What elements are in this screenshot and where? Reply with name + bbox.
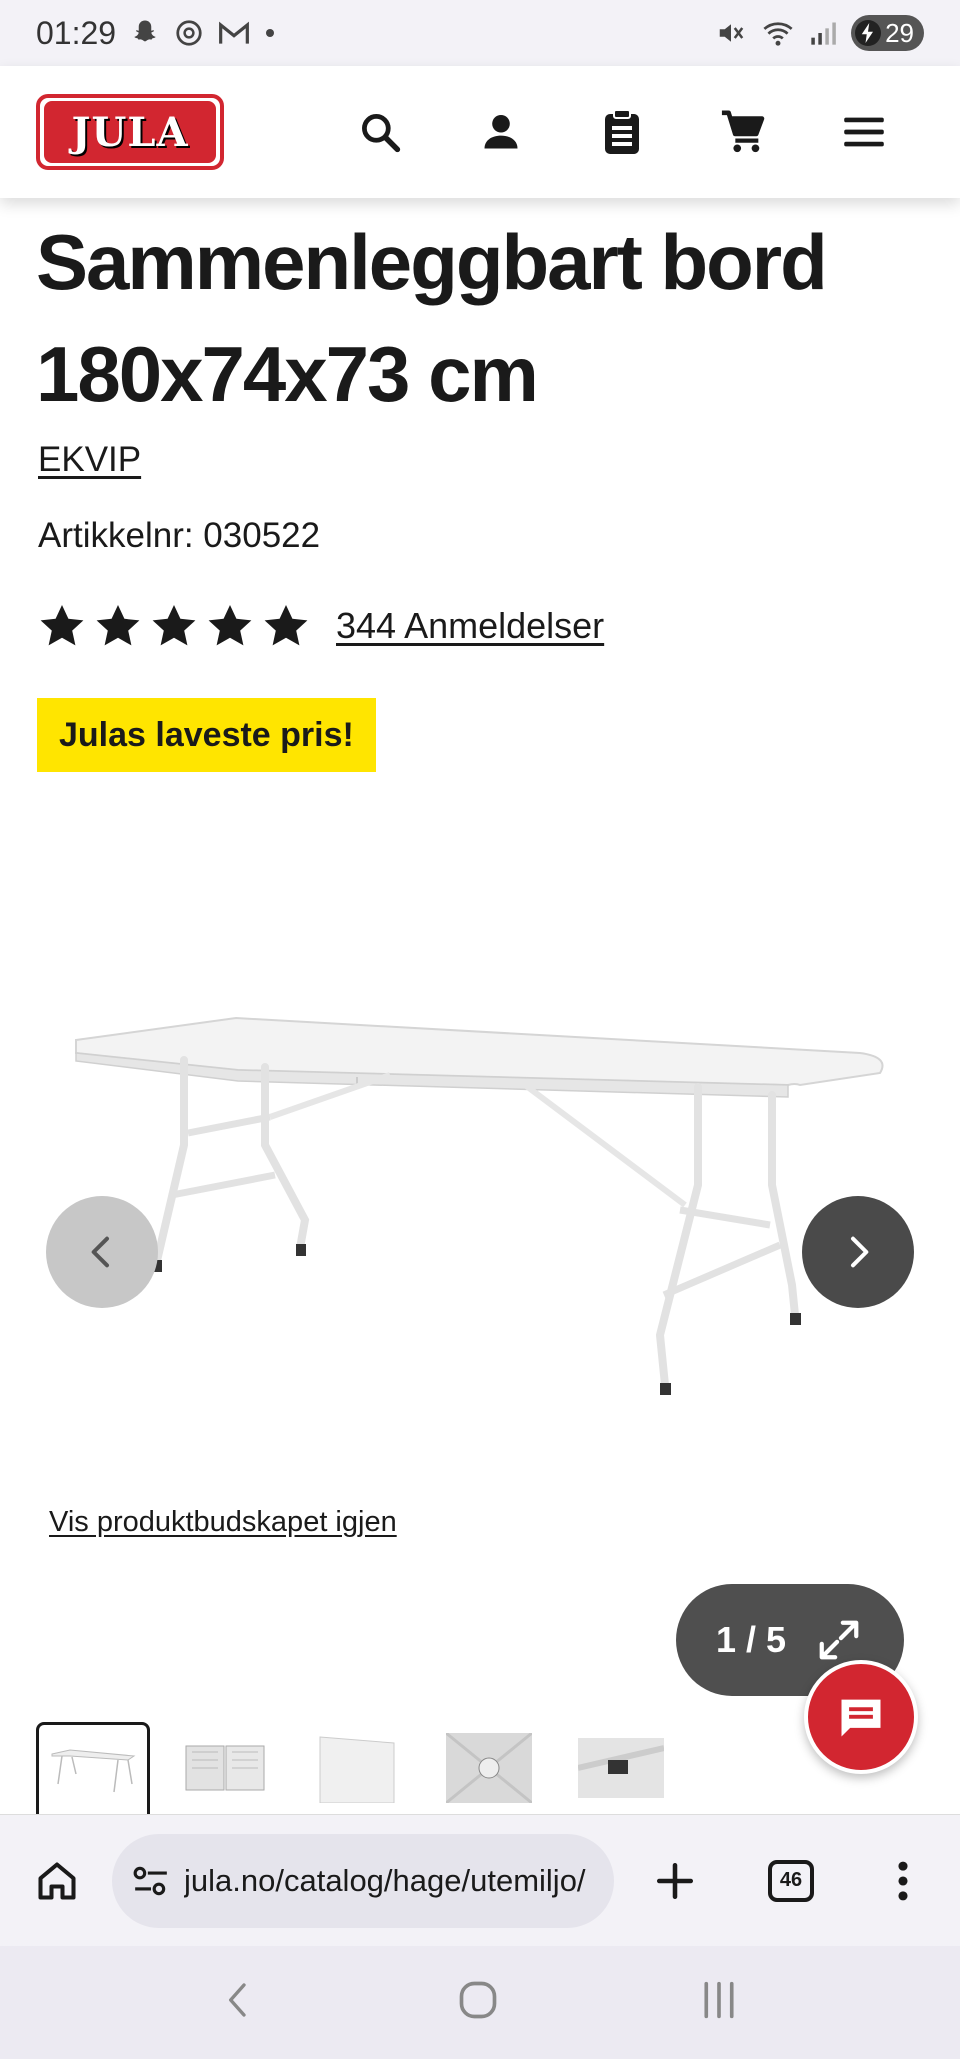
previous-image-button[interactable]	[46, 1196, 158, 1308]
status-time: 01:29	[36, 14, 117, 51]
new-tab-button[interactable]	[638, 1844, 712, 1918]
mute-icon	[715, 18, 747, 48]
thumbnail-1[interactable]	[36, 1722, 150, 1814]
show-product-message-link[interactable]: Vis produktbudskapet igjen	[49, 1506, 397, 1539]
search-button[interactable]	[319, 92, 440, 172]
recents-icon	[704, 1981, 734, 2019]
thumbnail-3[interactable]	[300, 1722, 414, 1814]
cart-button[interactable]	[682, 92, 803, 172]
chat-icon	[841, 1699, 881, 1737]
product-gallery: Vis produktbudskapet igjen 1 / 5	[0, 800, 960, 1800]
cart-icon	[721, 110, 764, 153]
rating[interactable]: 344 Anmeldelser	[38, 602, 604, 650]
product-image-folding-table[interactable]	[60, 1015, 900, 1455]
lowest-price-badge: Julas laveste pris!	[37, 698, 376, 772]
home-button[interactable]	[20, 1844, 94, 1918]
account-icon	[484, 114, 517, 149]
search-icon	[361, 114, 400, 153]
status-bar: 01:29 29	[0, 0, 960, 66]
battery-level: 29	[885, 17, 914, 48]
star-icon	[40, 605, 84, 646]
reviews-link[interactable]: 344 Anmeldelser	[336, 605, 604, 647]
shopping-list-icon	[604, 109, 639, 154]
system-back-button[interactable]	[219, 1978, 259, 2027]
menu-button[interactable]	[803, 92, 924, 172]
jula-logo[interactable]: JULA	[36, 94, 224, 170]
site-header: JULA	[0, 66, 960, 198]
charging-icon	[855, 20, 882, 46]
star-icon	[96, 605, 140, 646]
url-text: jula.no/catalog/hage/utemiljo/	[184, 1862, 586, 1898]
tab-switcher-button[interactable]: 46	[754, 1844, 828, 1918]
article-number: Artikkelnr: 030522	[38, 516, 321, 555]
address-bar[interactable]: jula.no/catalog/hage/utemiljo/	[112, 1833, 614, 1928]
logo-text: JULA	[71, 108, 189, 156]
thumbnail-folded-table-image	[185, 1745, 265, 1791]
star-icon	[152, 605, 196, 646]
thumbnail-2[interactable]	[168, 1722, 282, 1814]
star-icon	[264, 605, 308, 646]
rating-stars	[38, 602, 310, 650]
chevron-right-icon	[851, 1236, 869, 1268]
thumbnail-hinge-image	[446, 1733, 532, 1803]
shopping-list-button[interactable]	[561, 92, 682, 172]
dot-icon	[264, 27, 276, 39]
menu-icon	[843, 117, 884, 147]
more-options-button[interactable]	[866, 1844, 940, 1918]
wifi-icon	[761, 18, 795, 48]
thumbnail-strip	[36, 1722, 678, 1814]
chevron-left-icon	[91, 1236, 109, 1268]
home-icon	[38, 1861, 76, 1900]
chat-button[interactable]	[804, 1660, 918, 1774]
image-counter: 1 / 5	[716, 1619, 787, 1660]
expand-icon	[819, 1620, 859, 1660]
system-recents-button[interactable]	[697, 1980, 741, 2025]
plus-icon	[656, 1862, 694, 1899]
tab-count: 46	[768, 1859, 814, 1902]
thumbnail-5[interactable]	[564, 1722, 678, 1814]
thumbnail-lock-image	[578, 1738, 664, 1798]
snapchat-icon	[130, 18, 160, 48]
thumbnail-tabletop-image	[319, 1736, 395, 1803]
star-icon	[208, 605, 252, 646]
brand-link[interactable]: EKVIP	[38, 440, 141, 480]
system-navigation-bar	[0, 1946, 960, 2059]
thumbnail-4[interactable]	[432, 1722, 546, 1814]
home-circle-icon	[459, 1981, 497, 2019]
gmail-icon	[218, 19, 250, 47]
site-settings-icon	[133, 1866, 167, 1895]
back-icon	[228, 1983, 246, 2017]
threads-icon	[174, 18, 204, 48]
signal-icon	[809, 19, 837, 47]
more-vertical-icon	[898, 1861, 908, 1900]
browser-toolbar: jula.no/catalog/hage/utemiljo/ 46	[0, 1814, 960, 1946]
product-title: Sammenleggbart bord 180x74x73 cm	[36, 218, 828, 418]
account-button[interactable]	[440, 92, 561, 172]
battery-indicator: 29	[851, 15, 924, 51]
thumbnail-table-image	[51, 1748, 136, 1792]
next-image-button[interactable]	[802, 1196, 914, 1308]
system-home-button[interactable]	[456, 1978, 500, 2027]
